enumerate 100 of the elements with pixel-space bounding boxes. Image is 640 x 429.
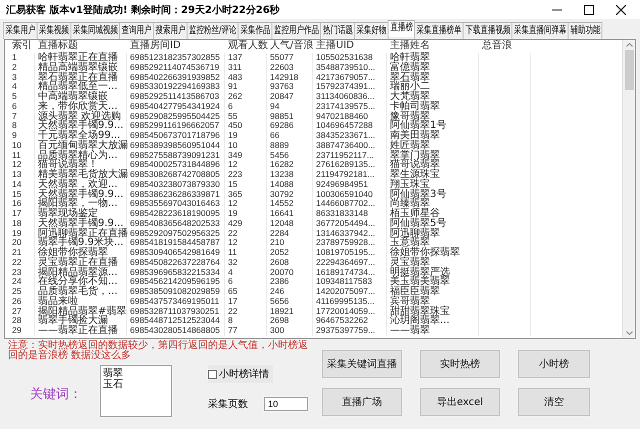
tab[interactable]: 监控粉丝/评论 bbox=[186, 22, 239, 39]
table-cell: 瑞丽小二 bbox=[387, 82, 479, 92]
table-cell: 21 bbox=[9, 248, 35, 258]
column-header[interactable]: 观看人数 bbox=[225, 40, 267, 52]
table-cell: 徐姐带你探翡翠 bbox=[35, 248, 127, 258]
table-cell: 6985402266391939852 bbox=[127, 72, 225, 82]
table-cell: 美玉翡美翡翠 bbox=[387, 277, 479, 287]
table-cell: 6985292114074536719 bbox=[127, 62, 225, 72]
table-cell: 福臣臣翡翠 bbox=[387, 287, 479, 297]
table-cell: 3 bbox=[9, 72, 35, 82]
table-cell: 6985275588739091231 bbox=[127, 150, 225, 160]
close-icon[interactable] bbox=[616, 4, 626, 14]
table-cell: 在线分享你不知... bbox=[35, 277, 127, 287]
table-cell: 6985456214209596195 bbox=[127, 277, 225, 287]
table-cell: 2698 bbox=[267, 316, 313, 326]
table-cell: 6985123182357302855 bbox=[127, 53, 225, 63]
table-cell: 6985290825995504425 bbox=[127, 112, 225, 122]
action-button[interactable]: 直播广场 bbox=[322, 388, 402, 416]
pages-input[interactable]: 10 bbox=[264, 397, 308, 411]
table-cell: 13 bbox=[9, 170, 35, 180]
tab[interactable]: 采集作品 bbox=[238, 22, 273, 39]
table-cell: 大梵翡翠 bbox=[387, 92, 479, 102]
table-cell: 中高端翡翠镶嵌 bbox=[35, 92, 127, 102]
table-cell: 12 bbox=[225, 199, 267, 209]
action-button[interactable]: 实时热榜 bbox=[420, 350, 500, 378]
scrollbar-thumb[interactable] bbox=[624, 50, 634, 90]
table-cell: 玉意翡翠 bbox=[387, 238, 479, 248]
table-cell: 6985292511413586703 bbox=[127, 92, 225, 102]
hourly-detail-checkbox[interactable]: 小时榜详情 bbox=[208, 365, 273, 383]
action-button[interactable]: 采集关键词直播 bbox=[322, 350, 402, 378]
column-header[interactable]: 直播标题 bbox=[35, 40, 127, 52]
table-cell: 6985328711037930251 bbox=[127, 306, 225, 316]
tab[interactable]: 采集同城视频 bbox=[70, 22, 120, 39]
table-cell: 12 bbox=[9, 160, 35, 170]
table-cell: 豫哥翡翠 bbox=[387, 112, 479, 122]
tab[interactable]: 采集用户 bbox=[3, 22, 38, 39]
table-cell: 揭阳精品翡翠#翡翠 bbox=[35, 306, 127, 316]
table-cell: 35488739510... bbox=[313, 62, 387, 72]
pages-label: 采集页数 bbox=[208, 398, 248, 411]
table-cell: 宾哥翡翠 bbox=[387, 296, 479, 306]
table-cell: 2284 bbox=[267, 228, 313, 238]
table-cell: 65 bbox=[225, 287, 267, 297]
table-cell: 22603 bbox=[267, 62, 313, 72]
table-cell: 29375397759... bbox=[313, 326, 387, 336]
table-cell: 105502531638 bbox=[313, 53, 387, 63]
table-cell: 翡翠手镯捡大漏 bbox=[35, 316, 127, 326]
tab[interactable]: 采集直播间弹幕 bbox=[512, 22, 569, 39]
table-cell: 6985292097502956325 bbox=[127, 228, 225, 238]
table-cell: 20847 bbox=[267, 92, 313, 102]
table-cell: 96467532262 bbox=[313, 316, 387, 326]
action-button[interactable]: 小时榜 bbox=[518, 350, 590, 378]
tab[interactable]: 搜索用户 bbox=[153, 22, 188, 39]
tab[interactable]: 下载直播视频 bbox=[463, 22, 513, 39]
table-cell: 百元缅甸翡翠大放漏 bbox=[35, 140, 127, 150]
action-button[interactable]: 导出excel bbox=[420, 388, 500, 416]
table-cell: 14466087702... bbox=[313, 199, 387, 209]
table-cell: 品质翡翠毛货，... bbox=[35, 287, 127, 297]
table-cell: 2 bbox=[9, 62, 35, 72]
checkbox[interactable] bbox=[208, 370, 217, 378]
tab[interactable]: 查询用户 bbox=[119, 22, 154, 39]
tab[interactable]: 采集直播榜单 bbox=[414, 22, 464, 39]
table-cell: 揭阳翡翠，一物... bbox=[35, 199, 127, 209]
table-cell: 6985450673701718796 bbox=[127, 131, 225, 141]
scroll-down-icon[interactable] bbox=[626, 331, 632, 335]
table-cell: 千元翡翠全场99... bbox=[35, 131, 127, 141]
action-button[interactable]: 清空 bbox=[518, 388, 590, 416]
tab[interactable]: 采集视频 bbox=[36, 22, 72, 39]
tab[interactable]: 辅助功能 bbox=[568, 22, 603, 39]
scroll-up-icon[interactable] bbox=[626, 43, 632, 47]
table-cell: 11 bbox=[9, 150, 35, 160]
tab[interactable]: 直播榜 bbox=[388, 20, 416, 37]
table-cell: 5456 bbox=[267, 150, 313, 160]
tab[interactable]: 采集好物 bbox=[354, 22, 389, 39]
table-cell: 揭阳精品翡翠源... bbox=[35, 268, 127, 278]
table-cell: 29 bbox=[9, 326, 35, 336]
table-cell: 6985396965832215334 bbox=[127, 268, 225, 278]
table-cell: 富億翡翠 bbox=[387, 62, 479, 72]
table-cell: 4 bbox=[9, 82, 35, 92]
table-cell: 20070 bbox=[267, 268, 313, 278]
scrollbar[interactable] bbox=[622, 40, 635, 338]
column-header[interactable]: 索引 bbox=[9, 40, 35, 52]
table-cell: 21194792181... bbox=[313, 170, 387, 180]
table-cell: 19 bbox=[9, 228, 35, 238]
table-cell: ——翡翠正在直播 bbox=[35, 326, 127, 336]
table-cell: 6985309406542981649 bbox=[127, 248, 225, 258]
table-cell: 卡帕司翡翠 bbox=[387, 102, 479, 112]
table-cell: 南美田翡翠 bbox=[387, 131, 479, 141]
table-cell: 349 bbox=[225, 150, 267, 160]
table-cell: 阿迅聊翡翠 bbox=[387, 228, 479, 238]
keyword-input[interactable]: 翡翠 玉石 bbox=[100, 365, 172, 417]
tab[interactable]: 监控用户作品 bbox=[272, 22, 322, 39]
table-cell: 2386 bbox=[267, 277, 313, 287]
table-cell: 14 bbox=[9, 180, 35, 190]
table-cell: 450 bbox=[225, 121, 267, 131]
table-cell: 16 bbox=[9, 199, 35, 209]
maximize-icon[interactable] bbox=[584, 4, 594, 14]
table-cell: 27616289135... bbox=[313, 160, 387, 170]
tab[interactable]: 热门话题 bbox=[320, 22, 356, 39]
table-cell: 94702188460 bbox=[313, 112, 387, 122]
table-cell: 26 bbox=[9, 296, 35, 306]
